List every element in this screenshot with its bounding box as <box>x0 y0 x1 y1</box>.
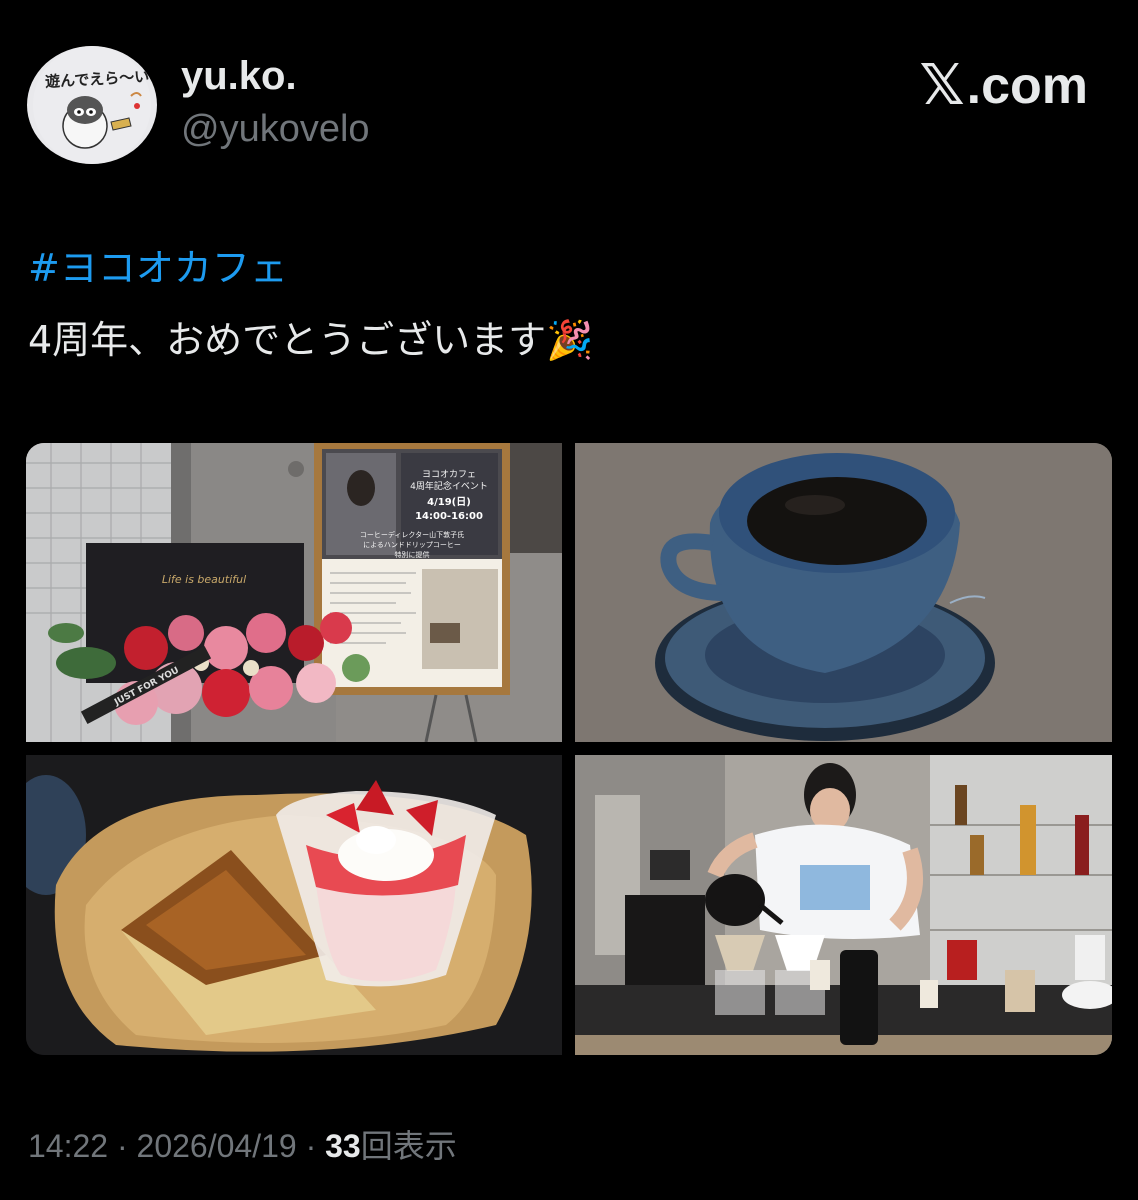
x-com-logo: 𝕏 .com <box>920 58 1089 114</box>
flowers-poster-image: ヨコオカフェ 4周年記念イベント 4/19(日) 14:00-16:00 コーヒ… <box>26 443 562 742</box>
views-label: 回表示 <box>360 1128 457 1164</box>
tweet-meta: 14:22 · 2026/04/19 · 33回表示 <box>28 1130 457 1162</box>
brand-domain: .com <box>966 57 1088 115</box>
photo-flowers-poster[interactable]: ヨコオカフェ 4周年記念イベント 4/19(日) 14:00-16:00 コーヒ… <box>26 443 562 742</box>
media-grid: ヨコオカフェ 4周年記念イベント 4/19(日) 14:00-16:00 コーヒ… <box>26 443 1112 1055</box>
tweet-text: 4周年、おめでとうございます🎉 <box>28 318 594 362</box>
tweet-body: 4周年、おめでとうございます <box>28 318 547 362</box>
photo-cake-dessert[interactable] <box>26 755 562 1055</box>
hashtag-link[interactable]: #ヨコオカフェ <box>28 247 288 290</box>
poster-line2: 4周年記念イベント <box>410 480 488 492</box>
meta-separator: · <box>305 1128 317 1164</box>
cake-dessert-image <box>26 755 562 1055</box>
tweet-date[interactable]: 2026/04/19 <box>137 1128 297 1164</box>
poster-line5: 特別に提供 <box>395 550 430 559</box>
barista-image <box>575 755 1112 1055</box>
photo-barista[interactable] <box>575 755 1112 1055</box>
poster-line1: ヨコオカフェ <box>422 469 476 480</box>
meta-separator: · <box>116 1128 128 1164</box>
party-popper-icon: 🎉 <box>546 318 594 362</box>
poster-line4: によるハンドドリップコーヒー <box>363 541 461 549</box>
penguin-avatar-icon <box>33 46 151 164</box>
coffee-cup-image <box>575 443 1112 742</box>
poster-date: 4/19(日) <box>427 496 471 508</box>
poster-time: 14:00-16:00 <box>415 511 483 522</box>
tweet-time[interactable]: 14:22 <box>28 1128 108 1164</box>
display-name[interactable]: yu.ko. <box>181 56 297 96</box>
card-text: Life is beautiful <box>162 573 246 586</box>
views-count[interactable]: 33 <box>325 1128 361 1164</box>
photo-coffee-cup[interactable] <box>575 443 1112 742</box>
poster-line3: コーヒーディレクター山下敦子氏 <box>360 530 464 539</box>
x-logo-icon: 𝕏 <box>919 53 965 118</box>
avatar[interactable]: 遊んでえら〜い! <box>27 46 157 164</box>
user-handle[interactable]: @yukovelo <box>181 110 370 148</box>
